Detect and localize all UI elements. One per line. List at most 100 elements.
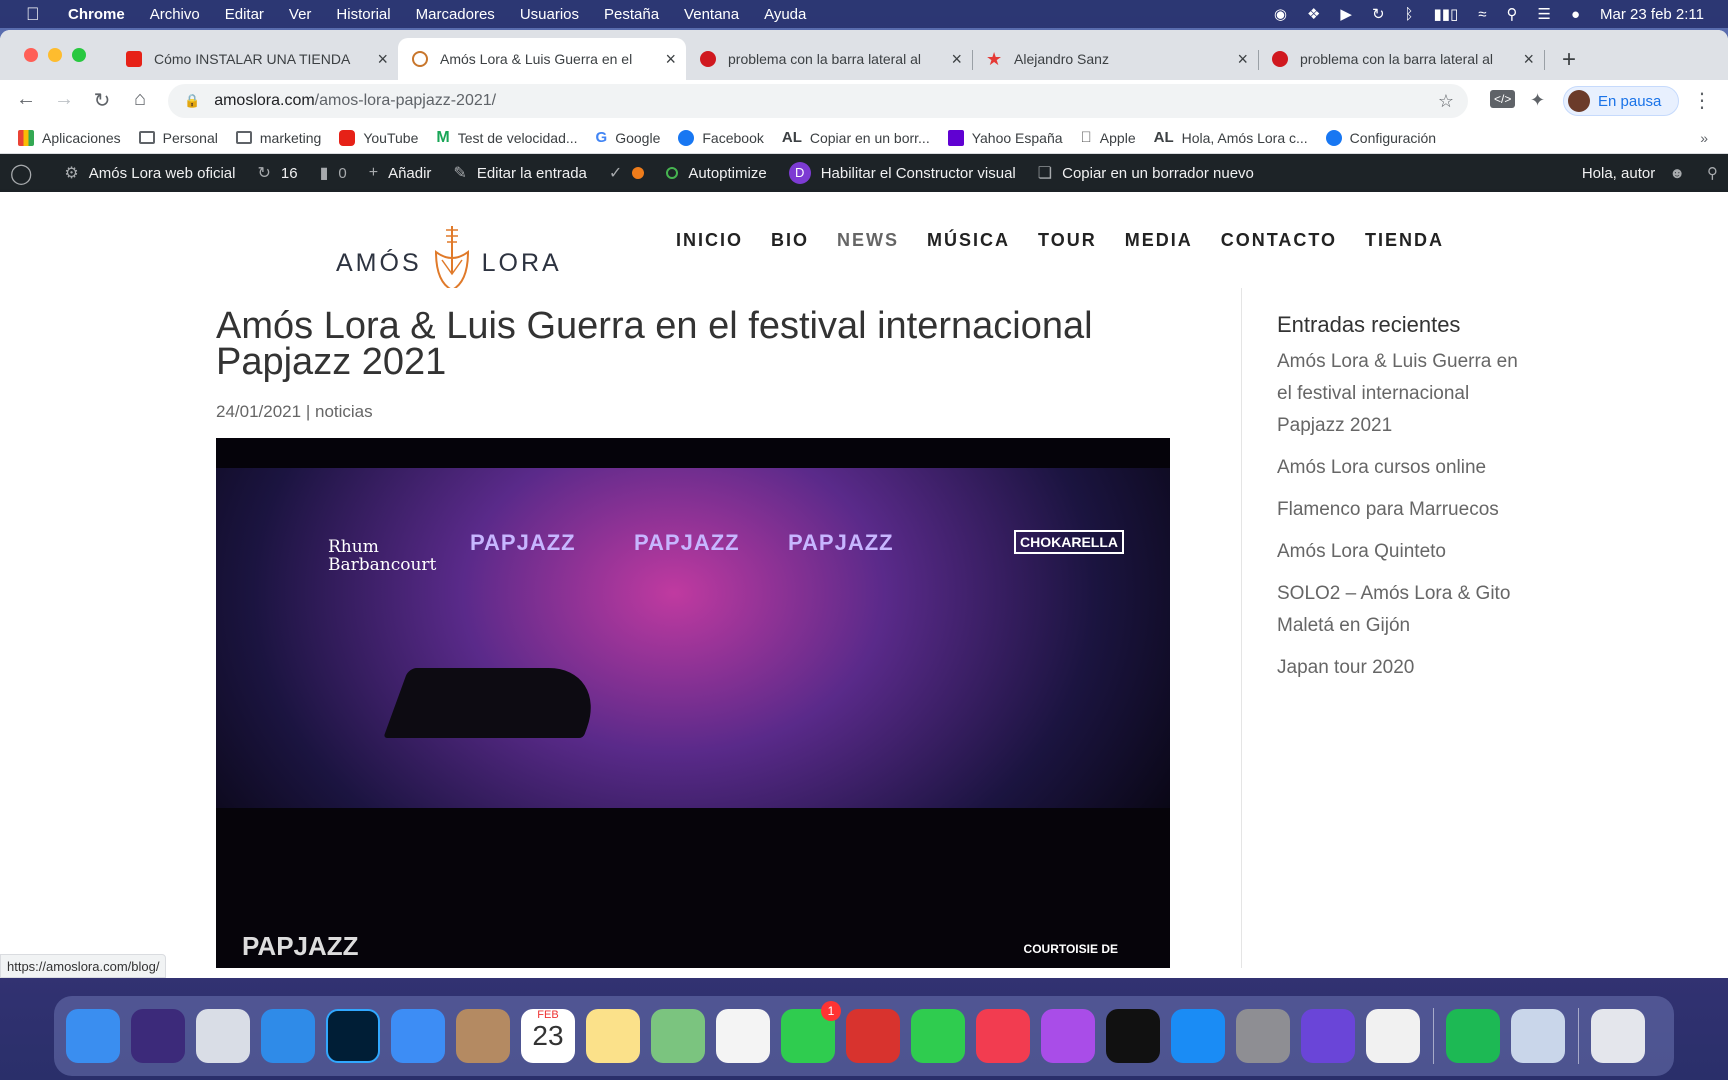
- wp-add-new[interactable]: + Añadir: [369, 164, 432, 182]
- wp-yoast[interactable]: ✓: [609, 163, 645, 183]
- nav-media[interactable]: MEDIA: [1125, 230, 1193, 251]
- minimize-window-button[interactable]: [48, 48, 62, 62]
- user-avatar-icon[interactable]: ☻: [1669, 165, 1685, 182]
- back-arrow-icon[interactable]: ←: [14, 88, 38, 111]
- tab-youtube-tienda[interactable]: Cómo INSTALAR UNA TIENDA ×: [112, 38, 399, 80]
- recent-post-link[interactable]: SOLO2 – Amós Lora & Gito Maletá en Gijón: [1277, 578, 1537, 642]
- tab-close-icon[interactable]: ×: [665, 49, 676, 70]
- launchpad-icon[interactable]: [196, 1009, 250, 1063]
- wp-edit-post[interactable]: ✎ Editar la entrada: [453, 163, 586, 183]
- home-icon[interactable]: ⌂: [128, 88, 152, 111]
- bookmark-marketing[interactable]: marketing: [235, 130, 321, 146]
- notes-icon[interactable]: [586, 1009, 640, 1063]
- extensions-puzzle-icon[interactable]: ✦: [1530, 90, 1545, 111]
- menu-usuarios[interactable]: Usuarios: [520, 6, 579, 23]
- siri-menu-icon[interactable]: ●: [1571, 6, 1580, 23]
- menu-archivo[interactable]: Archivo: [150, 6, 200, 23]
- post-category-link[interactable]: noticias: [315, 402, 373, 421]
- wp-logo-icon[interactable]: ◯: [10, 161, 42, 186]
- apple-tv-icon[interactable]: [1106, 1009, 1160, 1063]
- menu-ventana[interactable]: Ventana: [684, 6, 739, 23]
- nav-musica[interactable]: MÚSICA: [927, 230, 1010, 251]
- forward-arrow-icon[interactable]: →: [52, 88, 76, 111]
- preview-icon[interactable]: [1511, 1009, 1565, 1063]
- wp-autoptimize[interactable]: Autoptimize: [666, 165, 767, 182]
- wifi-icon[interactable]: ≈: [1478, 6, 1486, 23]
- trash-icon[interactable]: [1591, 1009, 1645, 1063]
- tab-alejandro-sanz[interactable]: ★ Alejandro Sanz ×: [972, 38, 1259, 80]
- photos-icon[interactable]: [716, 1009, 770, 1063]
- close-window-button[interactable]: [24, 48, 38, 62]
- bookmark-aplicaciones[interactable]: Aplicaciones: [18, 129, 121, 146]
- nav-tour[interactable]: TOUR: [1038, 230, 1097, 251]
- wp-site-name[interactable]: ⚙ Amós Lora web oficial: [64, 163, 235, 183]
- bookmark-personal[interactable]: Personal: [138, 130, 218, 146]
- bookmarks-overflow-icon[interactable]: »: [1700, 130, 1708, 146]
- spotify-icon[interactable]: [1446, 1009, 1500, 1063]
- nav-inicio[interactable]: INICIO: [676, 230, 743, 251]
- recent-post-link[interactable]: Amós Lora Quinteto: [1277, 536, 1537, 568]
- video-embed[interactable]: PAPJAZZ PAPJAZZ PAPJAZZ Rhum Barbancourt…: [216, 438, 1170, 968]
- reload-icon[interactable]: ↻: [90, 88, 114, 113]
- screen-mirroring-icon[interactable]: ◉: [1274, 5, 1287, 23]
- bookmark-yahoo[interactable]: Yahoo España: [947, 129, 1063, 146]
- control-center-icon[interactable]: ☰: [1538, 5, 1551, 23]
- menu-editar[interactable]: Editar: [225, 6, 264, 23]
- play-icon[interactable]: ▶: [1340, 5, 1352, 23]
- tab-close-icon[interactable]: ×: [1237, 49, 1248, 70]
- bookmark-facebook[interactable]: Facebook: [678, 129, 764, 146]
- maps-icon[interactable]: [651, 1009, 705, 1063]
- menu-pestana[interactable]: Pestaña: [604, 6, 659, 23]
- nav-bio[interactable]: BIO: [771, 230, 809, 251]
- wp-visual-builder[interactable]: D Habilitar el Constructor visual: [788, 162, 1016, 184]
- bookmark-apple[interactable]: Apple: [1081, 129, 1136, 146]
- new-tab-button[interactable]: +: [1562, 46, 1576, 74]
- search-icon[interactable]: ⚲: [1707, 164, 1718, 182]
- tab-problema-barra-1[interactable]: problema con la barra lateral al ×: [686, 38, 973, 80]
- battery-icon[interactable]: ▮▮▯: [1434, 5, 1459, 23]
- recent-post-link[interactable]: Japan tour 2020: [1277, 652, 1537, 684]
- chrome-menu-icon[interactable]: ⋮: [1692, 88, 1712, 113]
- zoom-window-button[interactable]: [72, 48, 86, 62]
- lock-icon[interactable]: 🔒: [184, 93, 200, 109]
- wp-copy-draft[interactable]: ❏ Copiar en un borrador nuevo: [1038, 163, 1254, 183]
- tab-close-icon[interactable]: ×: [951, 49, 962, 70]
- tab-amos-lora-post[interactable]: Amós Lora & Luis Guerra en el ×: [398, 38, 686, 80]
- chrome-icon[interactable]: [1366, 1009, 1420, 1063]
- mail-icon[interactable]: [391, 1009, 445, 1063]
- calendar-icon[interactable]: FEB 23: [521, 1009, 575, 1063]
- imovie-icon[interactable]: [1301, 1009, 1355, 1063]
- menu-historial[interactable]: Historial: [336, 6, 390, 23]
- bookmark-google[interactable]: G Google: [596, 129, 661, 146]
- nav-tienda[interactable]: TIENDA: [1365, 230, 1444, 251]
- bookmark-configuracion[interactable]: Configuración: [1325, 129, 1436, 146]
- photo-booth-icon[interactable]: [846, 1009, 900, 1063]
- finder-icon[interactable]: [66, 1009, 120, 1063]
- bookmark-hola-amos[interactable]: AL Hola, Amós Lora c...: [1154, 129, 1308, 146]
- dropbox-icon[interactable]: ❖: [1307, 5, 1320, 23]
- time-machine-icon[interactable]: ↻: [1372, 5, 1385, 23]
- wp-updates[interactable]: ↻ 16: [257, 163, 297, 183]
- nav-news[interactable]: NEWS: [837, 230, 899, 251]
- siri-icon[interactable]: [131, 1009, 185, 1063]
- podcasts-icon[interactable]: [1041, 1009, 1095, 1063]
- address-bar[interactable]: 🔒 amoslora.com/amos-lora-papjazz-2021/ ☆: [168, 84, 1468, 118]
- code-extension-icon[interactable]: </>: [1490, 90, 1516, 108]
- wp-greeting[interactable]: Hola, autor: [1582, 165, 1655, 182]
- recent-post-link[interactable]: Amós Lora cursos online: [1277, 452, 1537, 484]
- facetime-icon[interactable]: [911, 1009, 965, 1063]
- messages-icon[interactable]: 1: [781, 1001, 841, 1063]
- menu-ayuda[interactable]: Ayuda: [764, 6, 806, 23]
- menu-ver[interactable]: Ver: [289, 6, 312, 23]
- bookmark-youtube[interactable]: YouTube: [339, 129, 418, 146]
- menu-app-name[interactable]: Chrome: [68, 6, 125, 23]
- photoshop-icon[interactable]: [326, 1009, 380, 1063]
- safari-icon[interactable]: [261, 1009, 315, 1063]
- menu-clock[interactable]: Mar 23 feb 2:11: [1600, 6, 1704, 23]
- spotlight-search-icon[interactable]: ⚲: [1507, 5, 1518, 23]
- recent-post-link[interactable]: Amós Lora & Luis Guerra en el festival i…: [1277, 346, 1537, 442]
- bluetooth-icon[interactable]: ᛒ: [1405, 6, 1414, 23]
- nav-contacto[interactable]: CONTACTO: [1221, 230, 1337, 251]
- bookmark-test-velocidad[interactable]: M Test de velocidad...: [436, 129, 577, 147]
- tab-problema-barra-2[interactable]: problema con la barra lateral al ×: [1258, 38, 1545, 80]
